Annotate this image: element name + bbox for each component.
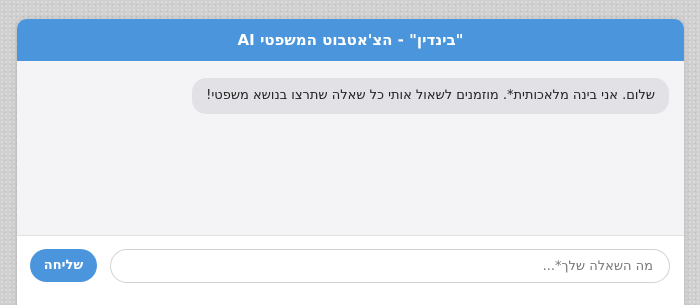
input-bar: שליחה bbox=[17, 235, 684, 305]
bot-message: שלום. אני בינה מלאכותית*. מוזמנים לשאול … bbox=[192, 78, 669, 114]
send-button[interactable]: שליחה bbox=[30, 249, 97, 282]
chat-header: "בינדין" - הצ'אטבוט המשפטי AI bbox=[17, 19, 684, 61]
bot-message-text: שלום. אני בינה מלאכותית*. מוזמנים לשאול … bbox=[206, 88, 655, 103]
chat-title: "בינדין" - הצ'אטבוט המשפטי AI bbox=[237, 31, 464, 49]
question-input[interactable] bbox=[110, 249, 670, 283]
messages-area[interactable]: שלום. אני בינה מלאכותית*. מוזמנים לשאול … bbox=[17, 61, 684, 235]
chat-window: "בינדין" - הצ'אטבוט המשפטי AI שלום. אני … bbox=[17, 19, 684, 305]
